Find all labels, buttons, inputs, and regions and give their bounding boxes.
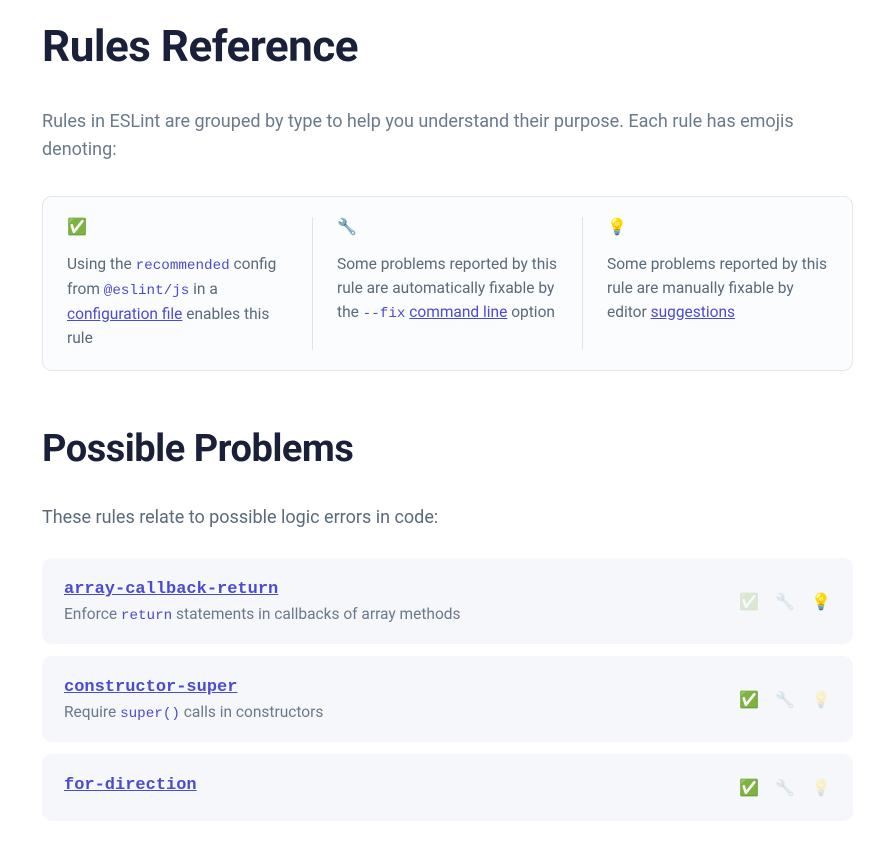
legend-suggestions: 💡 Some problems reported by this rule ar… (583, 217, 852, 350)
checkmark-icon: ✅ (67, 217, 288, 236)
rule-name-link[interactable]: for-direction (64, 776, 197, 795)
rule-name-link[interactable]: array-callback-return (64, 580, 278, 599)
section-desc: These rules relate to possible logic err… (42, 507, 853, 528)
rule-name-link[interactable]: constructor-super (64, 678, 237, 697)
legend-fixable: 🔧 Some problems reported by this rule ar… (313, 217, 583, 350)
legend-box: ✅ Using the recommended config from @esl… (42, 196, 853, 371)
checkmark-icon: ✅ (739, 592, 759, 611)
bulb-icon: 💡 (811, 592, 831, 611)
command-line-link[interactable]: command line (409, 303, 507, 321)
intro-text: Rules in ESLint are grouped by type to h… (42, 108, 853, 164)
rule-main: array-callback-return Enforce return stat… (64, 578, 719, 624)
rule-main: for-direction (64, 774, 719, 801)
bulb-icon: 💡 (811, 690, 831, 709)
rule-card: for-direction ✅ 🔧 💡 (42, 754, 853, 821)
rule-desc: Require super() calls in constructors (64, 703, 719, 722)
rule-card: array-callback-return Enforce return stat… (42, 558, 853, 644)
legend-fixable-text: Some problems reported by this rule are … (337, 252, 558, 325)
checkmark-icon: ✅ (739, 690, 759, 709)
wrench-icon: 🔧 (775, 592, 795, 611)
page-title: Rules Reference (42, 20, 853, 72)
bulb-icon: 💡 (811, 778, 831, 797)
rules-list: array-callback-return Enforce return stat… (42, 558, 853, 821)
suggestions-link[interactable]: suggestions (651, 303, 735, 321)
checkmark-icon: ✅ (739, 778, 759, 797)
bulb-icon: 💡 (607, 217, 828, 236)
section-heading: Possible Problems (42, 427, 853, 471)
legend-recommended: ✅ Using the recommended config from @esl… (43, 217, 313, 350)
rule-icons: ✅ 🔧 💡 (739, 592, 831, 611)
wrench-icon: 🔧 (775, 690, 795, 709)
configuration-file-link[interactable]: configuration file (67, 305, 182, 323)
rule-desc: Enforce return statements in callbacks o… (64, 605, 719, 624)
wrench-icon: 🔧 (775, 778, 795, 797)
rule-card: constructor-super Require super() calls i… (42, 656, 853, 742)
rule-icons: ✅ 🔧 💡 (739, 690, 831, 709)
legend-recommended-text: Using the recommended config from @eslin… (67, 252, 288, 350)
legend-suggestions-text: Some problems reported by this rule are … (607, 252, 828, 324)
wrench-icon: 🔧 (337, 217, 558, 236)
rule-icons: ✅ 🔧 💡 (739, 778, 831, 797)
rule-main: constructor-super Require super() calls i… (64, 676, 719, 722)
